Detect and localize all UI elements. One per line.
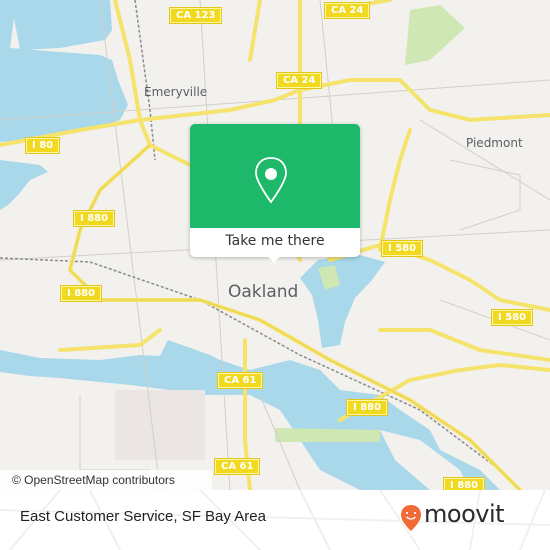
place-label-emeryville: Emeryville [144, 85, 208, 99]
route-shield-i580: I 580 [492, 310, 533, 325]
route-shield-i80: I 80 [26, 138, 60, 153]
popup-header[interactable] [190, 124, 360, 228]
route-shield-i880: I 880 [444, 478, 485, 490]
location-popup[interactable]: Take me there [190, 124, 360, 263]
urban-area [115, 390, 205, 460]
route-shield-ca123: CA 123 [170, 8, 222, 23]
place-label-piedmont: Piedmont [466, 136, 523, 150]
park [405, 5, 465, 65]
route-shield-i880: I 880 [61, 286, 102, 301]
moovit-wordmark: moovit [424, 500, 505, 528]
route-shield-ca24: CA 24 [277, 73, 322, 88]
map[interactable]: CA 123 CA 24 CA 24 I 80 I 880 I 880 I 58… [0, 0, 550, 490]
popup-pointer [267, 255, 281, 263]
place-label-oakland: Oakland [228, 282, 299, 302]
route-shield-ca61: CA 61 [218, 373, 263, 388]
bay-water-2 [0, 160, 48, 210]
route-shield-ca24: CA 24 [325, 3, 370, 18]
route-shield-i880: I 880 [347, 400, 388, 415]
route-shield-i580: I 580 [382, 241, 423, 256]
moovit-pin-icon [401, 505, 421, 531]
take-me-there-button[interactable]: Take me there [190, 230, 360, 252]
location-title: East Customer Service, SF Bay Area [20, 508, 266, 525]
route-shield-ca61: CA 61 [215, 459, 260, 474]
park [275, 428, 380, 442]
footer: East Customer Service, SF Bay Area moovi… [0, 490, 550, 550]
map-pin-icon [255, 157, 287, 204]
route-shield-i880: I 880 [74, 211, 115, 226]
lake-merritt [300, 255, 385, 348]
map-attribution[interactable]: © OpenStreetMap contributors [0, 470, 212, 490]
